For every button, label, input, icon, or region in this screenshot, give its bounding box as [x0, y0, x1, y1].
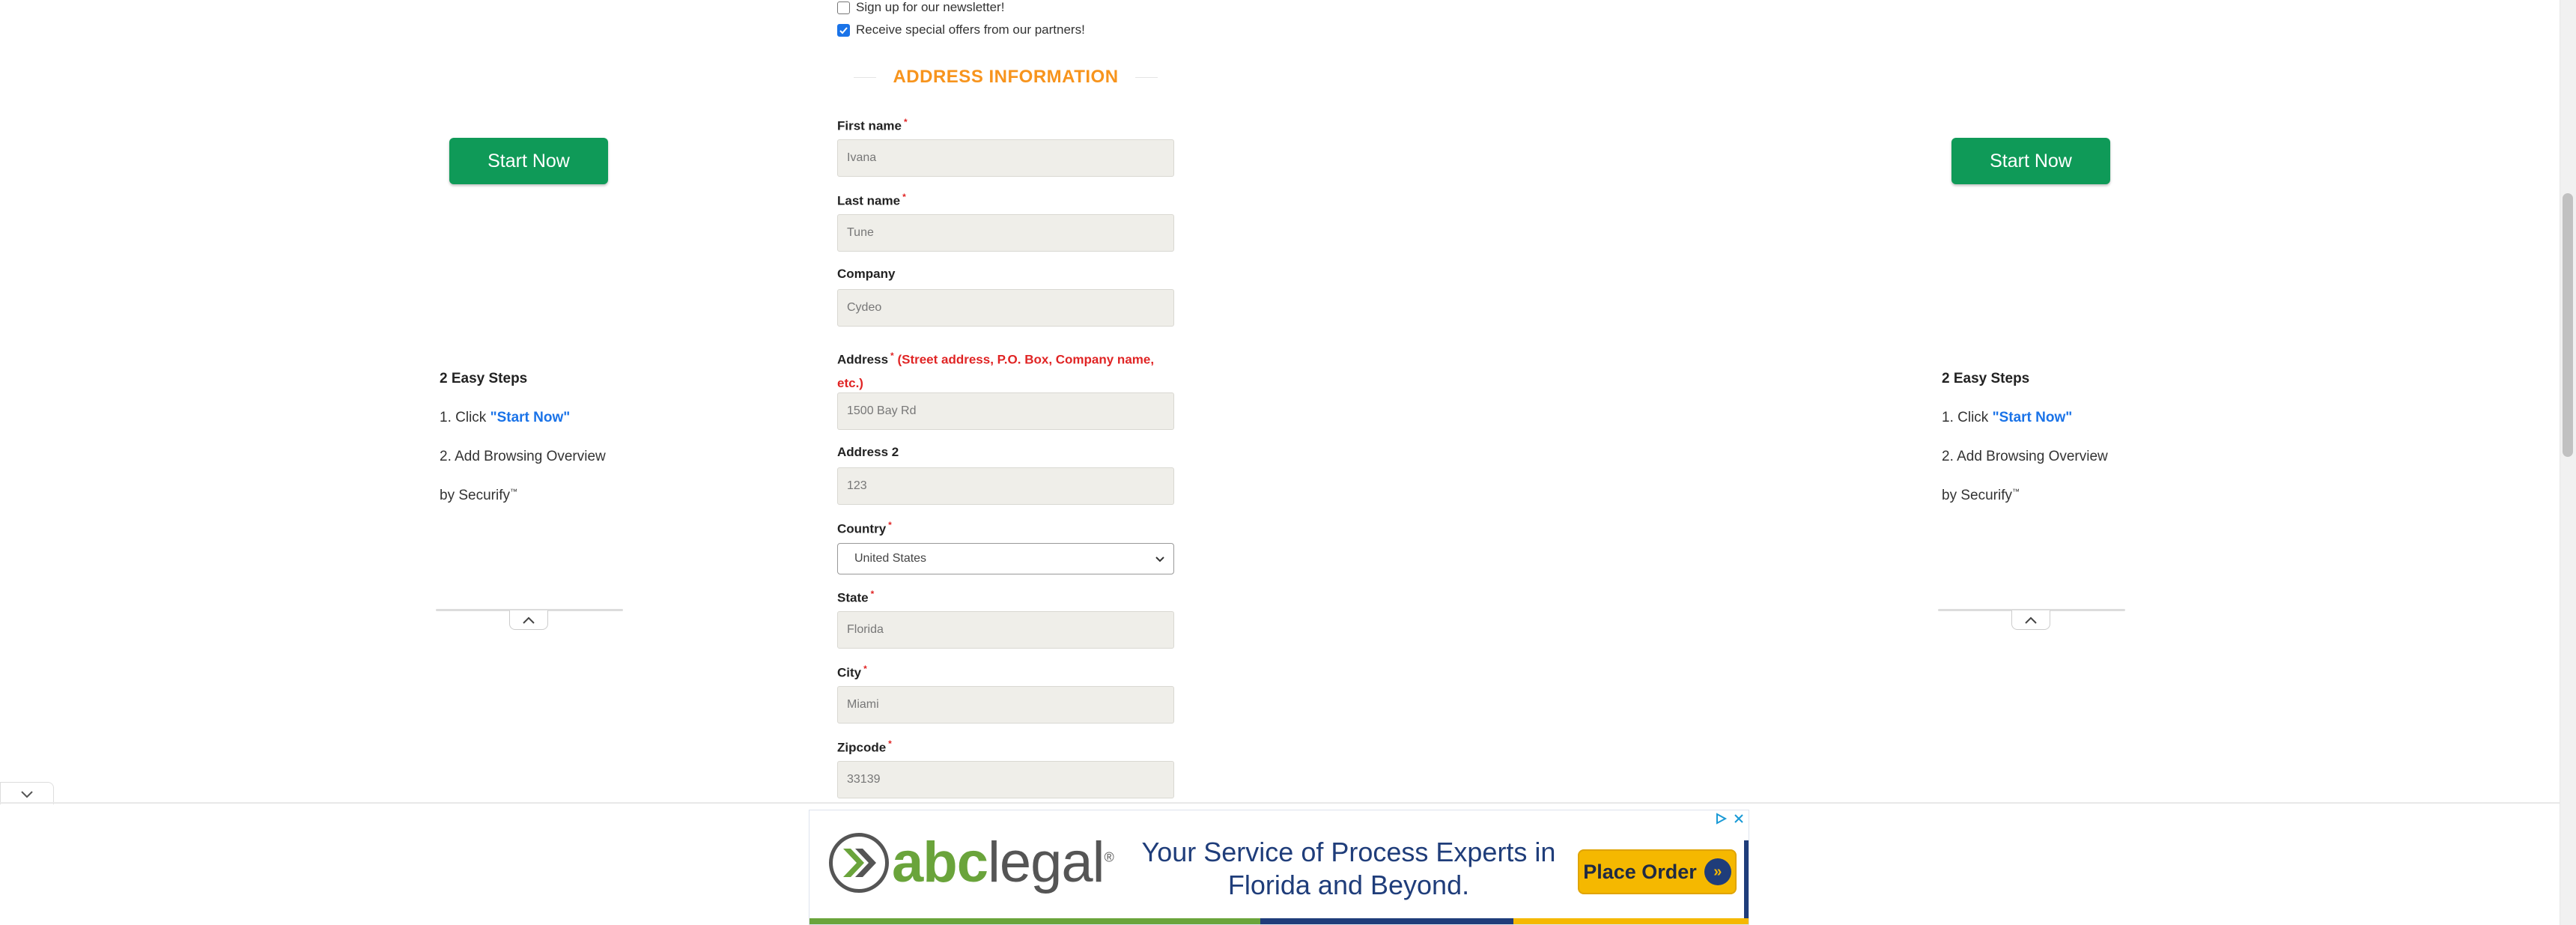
city-label: City *: [837, 664, 867, 680]
byline-right: by Securify™: [1942, 488, 2020, 503]
address-hint: (Street address, P.O. Box, Company name,: [897, 352, 1155, 367]
state-label: State *: [837, 589, 875, 605]
address-2-label: Address 2: [837, 445, 899, 459]
double-arrow-icon: »: [1704, 858, 1731, 885]
start-now-link-left[interactable]: "Start Now": [490, 410, 571, 425]
country-selected-value: United States: [854, 552, 927, 565]
city-input[interactable]: [837, 686, 1174, 724]
address-2-input[interactable]: [837, 467, 1174, 505]
step-1-left: 1. Click "Start Now": [440, 410, 571, 425]
steps-title-left: 2 Easy Steps: [440, 371, 528, 386]
first-name-input[interactable]: [837, 139, 1174, 177]
ad-toggle-button[interactable]: [0, 782, 54, 804]
ad-headline: Your Service of Process Experts in Flori…: [1141, 837, 1556, 900]
ad-edge: [1744, 840, 1749, 924]
address-hint-cont: etc.): [837, 375, 863, 390]
start-now-button-left[interactable]: Start Now: [449, 138, 608, 184]
chevron-up-icon: [2025, 616, 2037, 624]
zipcode-input[interactable]: [837, 761, 1174, 798]
abclegal-logo: abclegal®: [829, 830, 1114, 895]
country-select[interactable]: United States: [837, 543, 1174, 574]
byline-left: by Securify™: [440, 488, 517, 503]
company-input[interactable]: [837, 289, 1174, 327]
step-1-right: 1. Click "Start Now": [1942, 410, 2073, 425]
address-label: Address * (Street address, P.O. Box, Comp…: [837, 351, 1155, 390]
address-input[interactable]: [837, 392, 1174, 430]
page-scrollbar[interactable]: [2560, 0, 2576, 925]
place-order-button[interactable]: Place Order »: [1578, 849, 1737, 894]
close-icon[interactable]: [1732, 812, 1746, 825]
partners-row: Receive special offers from our partners…: [837, 22, 1085, 37]
divider: [1134, 76, 1158, 78]
last-name-input[interactable]: [837, 214, 1174, 252]
abclegal-mark-icon: [829, 832, 889, 893]
newsletter-label: Sign up for our newsletter!: [856, 0, 1005, 14]
ad-divider: [0, 802, 2560, 804]
company-label: Company: [837, 267, 896, 281]
steps-title-right: 2 Easy Steps: [1942, 371, 2030, 386]
partners-checkbox[interactable]: [837, 23, 850, 37]
partners-label: Receive special offers from our partners…: [856, 22, 1085, 37]
first-name-label: First name *: [837, 117, 908, 133]
state-input[interactable]: [837, 611, 1174, 649]
step-2-right: 2. Add Browsing Overview: [1942, 449, 2108, 464]
collapse-button-right[interactable]: [2011, 610, 2050, 630]
newsletter-checkbox[interactable]: [837, 1, 850, 14]
chevron-up-icon: [523, 616, 535, 624]
address-information-heading: ADDRESS INFORMATION: [893, 67, 1119, 87]
newsletter-row: Sign up for our newsletter!: [837, 0, 1004, 15]
collapse-button-left[interactable]: [509, 610, 548, 630]
divider: [854, 76, 877, 78]
ad-controls: [1714, 812, 1746, 825]
country-label: Country *: [837, 520, 892, 536]
step-2-left: 2. Add Browsing Overview: [440, 449, 606, 464]
section-title: ADDRESS INFORMATION: [837, 66, 1174, 88]
chevron-down-icon: [21, 790, 33, 798]
adchoices-icon[interactable]: [1714, 812, 1728, 825]
scrollbar-thumb[interactable]: [2563, 193, 2573, 457]
start-now-button-right[interactable]: Start Now: [1951, 138, 2110, 184]
chevron-down-icon: [1155, 556, 1164, 562]
zipcode-label: Zipcode *: [837, 739, 892, 755]
last-name-label: Last name *: [837, 192, 906, 208]
ad-color-stripe: [809, 918, 1749, 924]
start-now-link-right[interactable]: "Start Now": [1993, 410, 2073, 425]
bottom-ad-banner[interactable]: abclegal® Your Service of Process Expert…: [809, 810, 1749, 925]
checkmark-icon: [839, 26, 848, 34]
